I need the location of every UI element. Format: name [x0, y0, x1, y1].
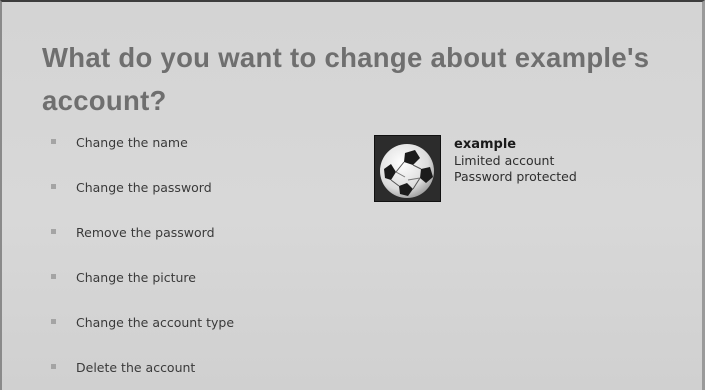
account-name: example	[454, 137, 517, 152]
bullet-icon	[51, 139, 56, 144]
account-info: example Limited account Password protect…	[454, 137, 577, 202]
task-change-name[interactable]: Change the name	[48, 129, 234, 174]
account-card: example Limited account Password protect…	[374, 135, 577, 202]
user-accounts-window: What do you want to change about example…	[0, 0, 705, 390]
task-label[interactable]: Delete the account	[76, 360, 195, 375]
page-title: What do you want to change about example…	[42, 42, 650, 116]
account-type: Limited account	[454, 153, 555, 168]
soccer-ball-icon	[375, 136, 440, 201]
bullet-icon	[51, 184, 56, 189]
task-delete-account[interactable]: Delete the account	[48, 354, 234, 390]
bullet-icon	[51, 319, 56, 324]
task-change-picture[interactable]: Change the picture	[48, 264, 234, 309]
account-status: Password protected	[454, 169, 577, 184]
account-picture	[374, 135, 441, 202]
task-label[interactable]: Remove the password	[76, 225, 215, 240]
task-label[interactable]: Change the picture	[76, 270, 196, 285]
task-remove-password[interactable]: Remove the password	[48, 219, 234, 264]
task-change-password[interactable]: Change the password	[48, 174, 234, 219]
task-label[interactable]: Change the account type	[76, 315, 234, 330]
task-label[interactable]: Change the password	[76, 180, 212, 195]
bullet-icon	[51, 364, 56, 369]
bullet-icon	[51, 274, 56, 279]
task-label[interactable]: Change the name	[76, 135, 188, 150]
task-list: Change the name Change the password Remo…	[48, 129, 234, 390]
task-change-account-type[interactable]: Change the account type	[48, 309, 234, 354]
bullet-icon	[51, 229, 56, 234]
